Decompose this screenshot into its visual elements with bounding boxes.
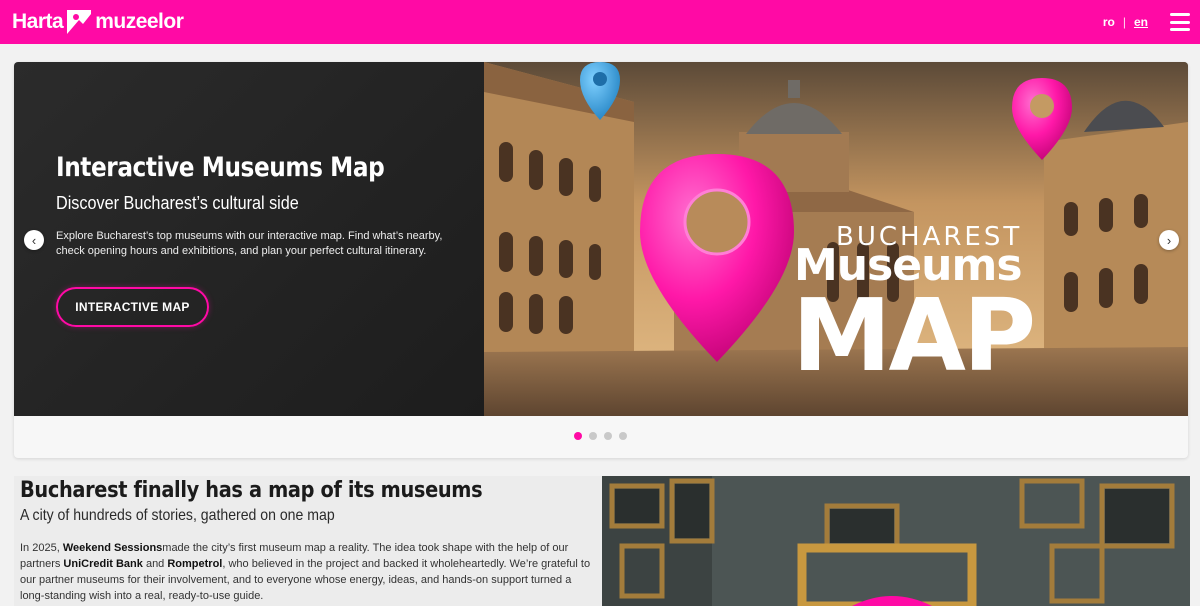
intro-highlight-rompetrol: Rompetrol xyxy=(167,558,223,570)
language-switcher: ro | en xyxy=(1103,15,1148,29)
slider-dot-4[interactable] xyxy=(619,432,627,440)
logo-text-left: Harta xyxy=(12,10,64,33)
hero-slider: Interactive Museums Map Discover Buchare… xyxy=(14,62,1188,458)
intro-body: In 2025, Weekend Sessionsmade the city’s… xyxy=(20,540,594,604)
hero-title: Interactive Museums Map xyxy=(56,152,385,183)
gallery-illustration xyxy=(602,476,1190,606)
site-logo[interactable]: Harta muzeelor xyxy=(12,7,184,37)
hero-image: BUCHAREST Museums MAP xyxy=(484,62,1188,416)
hero-description: Explore Bucharest’s top museums with our… xyxy=(56,230,443,257)
menu-icon[interactable] xyxy=(1170,12,1190,32)
logo-mark-icon xyxy=(67,10,92,34)
image-text-map: MAP xyxy=(792,277,1033,394)
slider-pagination xyxy=(574,432,627,440)
interactive-map-button[interactable]: INTERACTIVE MAP xyxy=(56,287,209,327)
intro-section: Bucharest finally has a map of its museu… xyxy=(14,476,602,606)
intro-text: and xyxy=(142,558,168,570)
intro-highlight-weekend-sessions: Weekend Sessions xyxy=(62,542,163,554)
intro-highlight-unicredit: UniCredit Bank xyxy=(63,558,143,570)
slider-next-button[interactable]: › xyxy=(1159,230,1179,250)
intro-text: In 2025, xyxy=(20,542,63,554)
lang-separator: | xyxy=(1122,15,1126,29)
lang-ro-link[interactable]: ro xyxy=(1103,15,1115,29)
slider-dot-2[interactable] xyxy=(589,432,597,440)
intro-subtitle: A city of hundreds of stories, gathered … xyxy=(20,507,335,524)
gallery-image xyxy=(602,476,1190,606)
top-bar: Harta muzeelor ro | en xyxy=(0,0,1200,44)
slider-dot-1[interactable] xyxy=(574,432,582,440)
menu-icon-bar xyxy=(1170,20,1190,24)
museum-illustration: BUCHAREST Museums MAP xyxy=(484,62,1188,416)
intro-title: Bucharest finally has a map of its museu… xyxy=(20,478,483,503)
lang-en-link[interactable]: en xyxy=(1134,15,1148,29)
hero-text-panel: Interactive Museums Map Discover Buchare… xyxy=(14,62,484,416)
slider-dot-3[interactable] xyxy=(604,432,612,440)
hero-subtitle: Discover Bucharest’s cultural side xyxy=(56,193,299,213)
slider-prev-button[interactable]: ‹ xyxy=(24,230,44,250)
menu-icon-bar xyxy=(1170,28,1190,31)
menu-icon-bar xyxy=(1170,13,1190,16)
logo-text-right: muzeelor xyxy=(95,10,184,33)
